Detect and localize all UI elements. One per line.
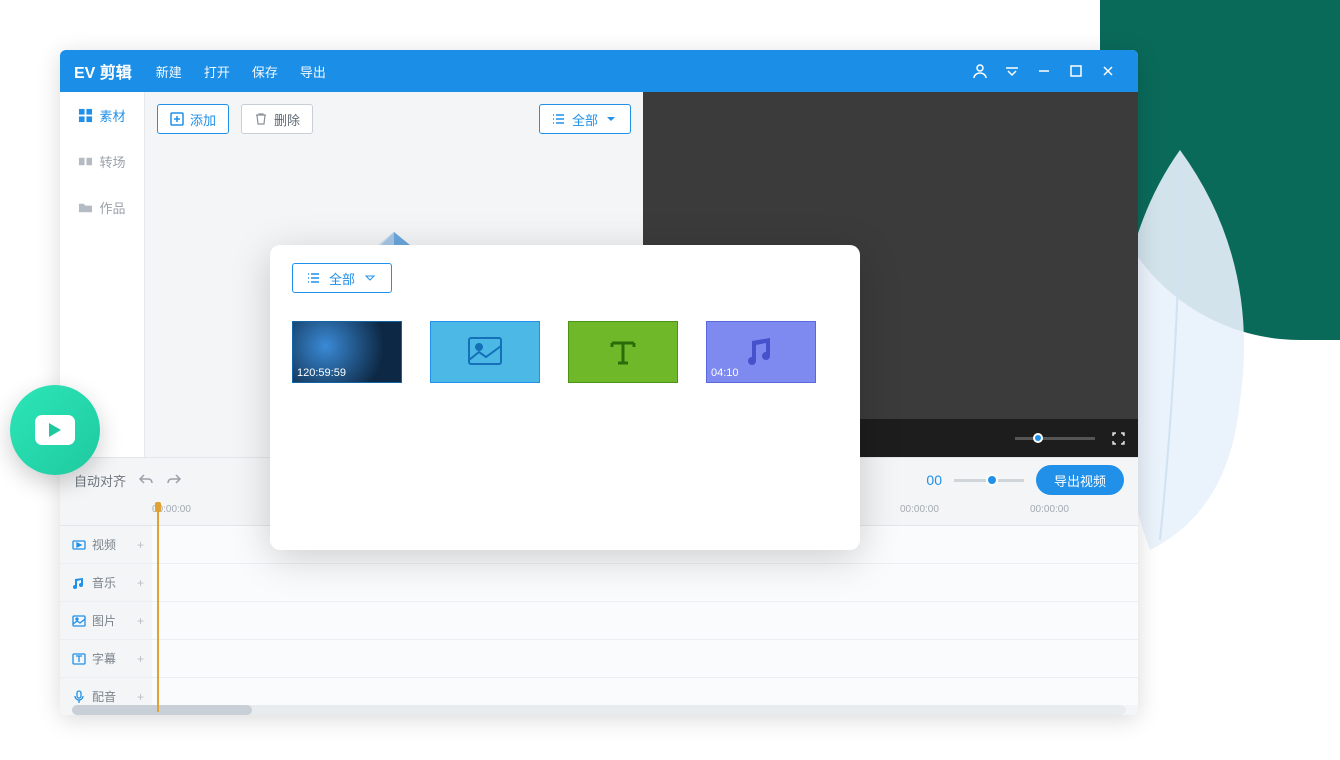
popup-filter-button[interactable]: 全部 <box>292 263 392 293</box>
menu-export[interactable]: 导出 <box>300 62 326 81</box>
popup-filter-label: 全部 <box>329 269 355 288</box>
sidebar-item-transition[interactable]: 转场 <box>60 138 144 184</box>
ruler-tick: 00:00:00 <box>152 504 191 515</box>
track-body[interactable] <box>152 564 1138 601</box>
track-label: 字幕 <box>92 650 116 667</box>
track-label: 配音 <box>92 688 116 705</box>
chevron-down-icon <box>363 271 377 285</box>
app-title: EV 剪辑 <box>74 59 132 83</box>
delete-button[interactable]: 删除 <box>241 104 313 134</box>
filter-label: 全部 <box>572 110 598 129</box>
track-audio: 音乐 + <box>60 564 1138 602</box>
list-icon <box>552 112 566 126</box>
text-track-icon <box>72 652 86 666</box>
user-icon[interactable] <box>964 55 996 87</box>
ruler-tick: 00:00:00 <box>900 504 939 515</box>
fullscreen-button[interactable] <box>1111 431 1126 446</box>
undo-button[interactable] <box>138 472 154 488</box>
text-icon <box>604 333 642 371</box>
app-badge-icon <box>10 385 100 475</box>
media-popup: 全部 120:59:59 04:10 <box>270 245 860 550</box>
maximize-icon[interactable] <box>1060 55 1092 87</box>
transition-icon <box>78 154 93 169</box>
folder-icon <box>78 200 93 215</box>
track-label: 图片 <box>92 612 116 629</box>
thumb-video[interactable]: 120:59:59 <box>292 321 402 383</box>
add-audio-track[interactable]: + <box>137 576 144 590</box>
time-display: 00 <box>926 472 942 488</box>
chevron-down-icon <box>604 112 618 126</box>
add-subtitle-track[interactable]: + <box>137 652 144 666</box>
track-label: 音乐 <box>92 574 116 591</box>
add-voice-track[interactable]: + <box>137 690 144 704</box>
thumb-audio[interactable]: 04:10 <box>706 321 816 383</box>
sidebar-item-material[interactable]: 素材 <box>60 92 144 138</box>
list-icon <box>307 271 321 285</box>
sidebar-item-label: 转场 <box>99 152 125 171</box>
music-icon <box>742 333 780 371</box>
track-voice: 配音 + <box>60 678 1138 705</box>
filter-all-button[interactable]: 全部 <box>539 104 631 134</box>
grid-icon <box>78 108 93 123</box>
trash-icon <box>254 112 268 126</box>
volume-slider[interactable] <box>1015 437 1095 440</box>
delete-label: 删除 <box>274 110 300 129</box>
thumb-duration: 120:59:59 <box>297 367 346 379</box>
menu-save[interactable]: 保存 <box>252 62 278 81</box>
titlebar: EV 剪辑 新建 打开 保存 导出 <box>60 50 1138 92</box>
image-icon <box>466 333 504 371</box>
sidebar-item-works[interactable]: 作品 <box>60 184 144 230</box>
plus-icon <box>170 112 184 126</box>
sidebar-item-label: 作品 <box>99 198 125 217</box>
track-label: 视频 <box>92 536 116 553</box>
image-track-icon <box>72 614 86 628</box>
add-button[interactable]: 添加 <box>157 104 229 134</box>
add-video-track[interactable]: + <box>137 538 144 552</box>
zoom-slider[interactable] <box>954 479 1024 482</box>
track-image: 图片 + <box>60 602 1138 640</box>
close-icon[interactable] <box>1092 55 1124 87</box>
auto-align-toggle[interactable]: 自动对齐 <box>74 471 126 490</box>
add-label: 添加 <box>190 110 216 129</box>
redo-button[interactable] <box>166 472 182 488</box>
dropdown-icon[interactable] <box>996 55 1028 87</box>
track-body[interactable] <box>152 602 1138 639</box>
video-track-icon <box>72 538 86 552</box>
minimize-icon[interactable] <box>1028 55 1060 87</box>
add-image-track[interactable]: + <box>137 614 144 628</box>
thumb-duration: 04:10 <box>711 367 739 379</box>
timeline-scrollbar[interactable] <box>72 705 1126 715</box>
sidebar-item-label: 素材 <box>99 106 125 125</box>
thumb-image[interactable] <box>430 321 540 383</box>
mic-track-icon <box>72 690 86 704</box>
track-body[interactable] <box>152 678 1138 705</box>
export-video-button[interactable]: 导出视频 <box>1036 465 1124 495</box>
ruler-tick: 00:00:00 <box>1030 504 1069 515</box>
track-subtitle: 字幕 + <box>60 640 1138 678</box>
music-track-icon <box>72 576 86 590</box>
thumb-text[interactable] <box>568 321 678 383</box>
tracks: 视频 + 音乐 + 图片 + <box>60 526 1138 705</box>
menu-new[interactable]: 新建 <box>156 62 182 81</box>
track-body[interactable] <box>152 640 1138 677</box>
menu-open[interactable]: 打开 <box>204 62 230 81</box>
